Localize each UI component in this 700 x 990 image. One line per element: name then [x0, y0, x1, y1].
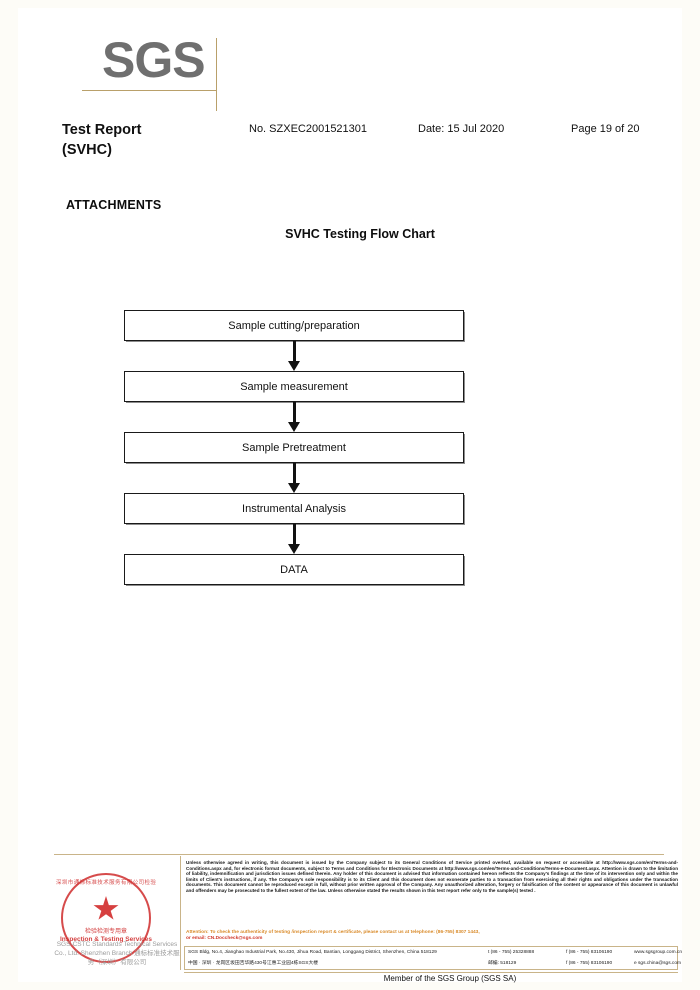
page-footer: 深圳市通标标准技术服务有限公司检验检测专用章 检验检测专用章 Inspectio…: [18, 854, 682, 983]
company-name-watermark: SGS-CSTC Standards Technical Services Co…: [54, 941, 180, 966]
address-block: SGS Bldg, No.4, Jianghao Industrial Park…: [184, 946, 682, 970]
attention-notice: Attention: To check the authenticity of …: [186, 930, 678, 942]
page-title-line2: (SVHC): [62, 142, 112, 158]
flow-box-label: Sample Pretreatment: [124, 432, 464, 463]
logo-horizontal-rule: [82, 90, 217, 91]
report-header: Test Report (SVHC) No. SZXEC2001521301 D…: [18, 120, 682, 170]
flow-step: DATA: [124, 554, 464, 585]
arrow-head: [288, 483, 300, 493]
arrow-head: [288, 544, 300, 554]
address-fax-cn: f (86 - 755) 83106190: [566, 961, 613, 966]
paper-sheet: SGS Test Report (SVHC) No. SZXEC20015213…: [18, 8, 682, 983]
flow-step: Sample Pretreatment: [124, 432, 464, 463]
arrow-stem: [292, 524, 296, 546]
attachments-heading: ATTACHMENTS: [66, 198, 162, 212]
address-english: SGS Bldg, No.4, Jianghao Industrial Park…: [188, 950, 437, 955]
flow-arrow-icon: [124, 341, 464, 371]
flow-step: Sample measurement: [124, 371, 464, 402]
legal-disclaimer: Unless otherwise agreed in writing, this…: [186, 860, 678, 893]
address-website: www.sgsgroup.com.cn: [634, 950, 682, 955]
sgs-logo-text: SGS: [102, 32, 206, 88]
page-title: Test Report (SVHC): [62, 120, 142, 160]
flow-arrow-icon: [124, 463, 464, 493]
report-number: No. SZXEC2001521301: [249, 123, 368, 135]
address-zip-cn: 邮编: 518129: [488, 958, 516, 969]
footer-divider: [54, 854, 664, 855]
page-number: Page 19 of 20: [571, 123, 640, 135]
flow-box-label: Sample measurement: [124, 371, 464, 402]
arrow-stem: [292, 402, 296, 424]
member-statement: Member of the SGS Group (SGS SA): [383, 974, 517, 983]
flow-arrow-icon: [124, 402, 464, 432]
flow-step: Instrumental Analysis: [124, 493, 464, 524]
seal-arc-text: 深圳市通标标准技术服务有限公司检验检测专用章: [56, 880, 156, 886]
flow-chart-title: SVHC Testing Flow Chart: [285, 227, 435, 241]
document-page: SGS Test Report (SVHC) No. SZXEC20015213…: [0, 0, 700, 990]
seal-chinese-label: 检验检测专用章: [84, 929, 127, 935]
flow-chart: Sample cutting/preparation Sample measur…: [124, 310, 464, 585]
arrow-head: [288, 422, 300, 432]
address-fax-en: f (86 - 755) 83106190: [566, 950, 613, 955]
arrow-head: [288, 361, 300, 371]
flow-box-label: DATA: [124, 554, 464, 585]
logo-vertical-rule: [216, 38, 217, 111]
arrow-stem: [292, 463, 296, 485]
flow-box-label: Sample cutting/preparation: [124, 310, 464, 341]
zip-code: 邮编: 518129: [488, 961, 517, 966]
address-chinese: 中国 · 深圳 · 龙岗区坂田吉华路430号江惠工业园4栋SGS大楼: [188, 961, 319, 966]
attention-line-2: or email: CN.Doccheck@sgs.com: [186, 936, 263, 941]
arrow-stem: [292, 341, 296, 363]
report-date: Date: 15 Jul 2020: [418, 123, 505, 135]
address-email: e sgs.china@sgs.com: [634, 961, 681, 966]
flow-step: Sample cutting/preparation: [124, 310, 464, 341]
sgs-logo: SGS: [82, 32, 242, 111]
address-phone-en: t (86 - 755) 25328888: [488, 950, 535, 955]
footer-divider-bottom: [184, 972, 678, 973]
page-title-line1: Test Report: [62, 122, 142, 138]
flow-arrow-icon: [124, 524, 464, 554]
flow-box-label: Instrumental Analysis: [124, 493, 464, 524]
